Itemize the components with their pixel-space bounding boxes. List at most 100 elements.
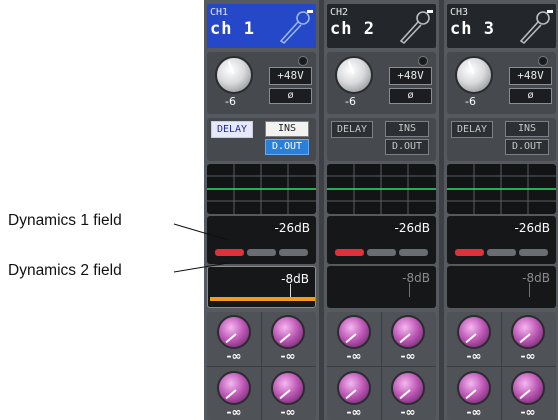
signal-led [538, 56, 548, 66]
channel-id: CH2 [330, 7, 349, 18]
microphone-icon [399, 10, 433, 45]
button-section: DELAY INS D.OUT [207, 118, 316, 161]
send-level-value: -∞ [466, 405, 482, 419]
phase-button[interactable]: ø [389, 88, 432, 104]
phantom-power-button[interactable]: +48V [389, 67, 432, 85]
send-section: -∞ -∞ -∞ -∞ [447, 312, 556, 420]
gain-value: -6 [465, 95, 476, 108]
send-level-value: -∞ [466, 349, 482, 363]
dynamics-2-meter-bar [210, 297, 315, 301]
send-level-knob[interactable] [457, 315, 491, 349]
dynamics-1-threshold: -26dB [394, 221, 430, 235]
gain-knob[interactable] [455, 56, 493, 94]
gain-reduction-led [519, 249, 548, 256]
eq-field[interactable] [327, 164, 436, 214]
send-level-value: -∞ [520, 405, 536, 419]
channel-id: CH3 [450, 7, 469, 18]
send-level-knob[interactable] [391, 315, 425, 349]
channel-name: ch 2 [330, 19, 375, 39]
delay-button[interactable]: DELAY [211, 121, 253, 138]
gain-section: -6 +48V ø [327, 52, 436, 114]
insert-button[interactable]: INS [265, 121, 309, 137]
dynamics-1-field[interactable]: -26dB [207, 216, 316, 264]
gain-reduction-led [367, 249, 396, 256]
delay-button[interactable]: DELAY [451, 121, 493, 138]
eq-graph [207, 164, 316, 214]
dynamics-1-field[interactable]: -26dB [447, 216, 556, 264]
send-level-value: -∞ [280, 405, 296, 419]
gain-reduction-led [215, 249, 244, 256]
send-level-knob[interactable] [337, 371, 371, 405]
channel-header[interactable]: CH3 ch 3 [447, 4, 556, 48]
send-level-value: -∞ [400, 349, 416, 363]
dynamics-2-field[interactable]: -8dB [327, 266, 436, 308]
channel-strip-1: CH1 ch 1 -6 +48V ø DELAY INS D.OUT -26dB… [204, 0, 319, 420]
eq-field[interactable] [447, 164, 556, 214]
channel-name: ch 1 [210, 19, 255, 39]
dynamics-2-threshold: -8dB [281, 272, 309, 286]
divider [327, 366, 436, 367]
eq-graph [327, 164, 436, 214]
send-level-knob[interactable] [271, 315, 305, 349]
dynamics-2-field[interactable]: -8dB [207, 266, 316, 308]
direct-out-button[interactable]: D.OUT [505, 139, 549, 155]
direct-out-button[interactable]: D.OUT [385, 139, 429, 155]
channel-id: CH1 [210, 7, 229, 18]
phantom-power-button[interactable]: +48V [269, 67, 312, 85]
channel-strip-3: CH3 ch 3 -6 +48V ø DELAY INS D.OUT -26dB… [444, 0, 558, 420]
channel-strip-area: CH1 ch 1 -6 +48V ø DELAY INS D.OUT -26dB… [204, 0, 558, 420]
send-level-knob[interactable] [217, 371, 251, 405]
dynamics-2-threshold: -8dB [402, 271, 430, 285]
send-level-knob[interactable] [337, 315, 371, 349]
send-level-value: -∞ [346, 349, 362, 363]
send-level-knob[interactable] [511, 315, 545, 349]
button-section: DELAY INS D.OUT [447, 118, 556, 161]
send-level-value: -∞ [226, 405, 242, 419]
send-level-value: -∞ [346, 405, 362, 419]
send-level-knob[interactable] [217, 315, 251, 349]
send-section: -∞ -∞ -∞ -∞ [327, 312, 436, 420]
gain-reduction-led [455, 249, 484, 256]
gain-value: -6 [345, 95, 356, 108]
send-level-value: -∞ [226, 349, 242, 363]
send-level-value: -∞ [520, 349, 536, 363]
send-level-knob[interactable] [511, 371, 545, 405]
dynamics-2-callout: Dynamics 2 field [8, 262, 122, 279]
threshold-marker [529, 283, 530, 297]
dynamics-1-threshold: -26dB [274, 221, 310, 235]
gain-reduction-led [247, 249, 276, 256]
channel-header[interactable]: CH2 ch 2 [327, 4, 436, 48]
channel-strip-2: CH2 ch 2 -6 +48V ø DELAY INS D.OUT -26dB… [324, 0, 439, 420]
gain-reduction-led [335, 249, 364, 256]
insert-button[interactable]: INS [505, 121, 549, 137]
gain-reduction-led [487, 249, 516, 256]
direct-out-button[interactable]: D.OUT [265, 139, 309, 155]
dynamics-2-threshold: -8dB [522, 271, 550, 285]
send-section: -∞ -∞ -∞ -∞ [207, 312, 316, 420]
gain-reduction-led [399, 249, 428, 256]
phase-button[interactable]: ø [269, 88, 312, 104]
dynamics-2-field[interactable]: -8dB [447, 266, 556, 308]
dynamics-1-field[interactable]: -26dB [327, 216, 436, 264]
gain-reduction-led [279, 249, 308, 256]
send-level-knob[interactable] [391, 371, 425, 405]
phase-button[interactable]: ø [509, 88, 552, 104]
gain-knob[interactable] [215, 56, 253, 94]
channel-header[interactable]: CH1 ch 1 [207, 4, 316, 48]
dynamics-1-threshold: -26dB [514, 221, 550, 235]
signal-led [418, 56, 428, 66]
send-level-knob[interactable] [457, 371, 491, 405]
send-level-value: -∞ [400, 405, 416, 419]
gain-knob[interactable] [335, 56, 373, 94]
dynamics-1-callout: Dynamics 1 field [8, 212, 122, 229]
delay-button[interactable]: DELAY [331, 121, 373, 138]
send-level-value: -∞ [280, 349, 296, 363]
threshold-marker [409, 283, 410, 297]
divider [447, 366, 556, 367]
send-level-knob[interactable] [271, 371, 305, 405]
eq-field[interactable] [207, 164, 316, 214]
gain-value: -6 [225, 95, 236, 108]
phantom-power-button[interactable]: +48V [509, 67, 552, 85]
insert-button[interactable]: INS [385, 121, 429, 137]
button-section: DELAY INS D.OUT [327, 118, 436, 161]
